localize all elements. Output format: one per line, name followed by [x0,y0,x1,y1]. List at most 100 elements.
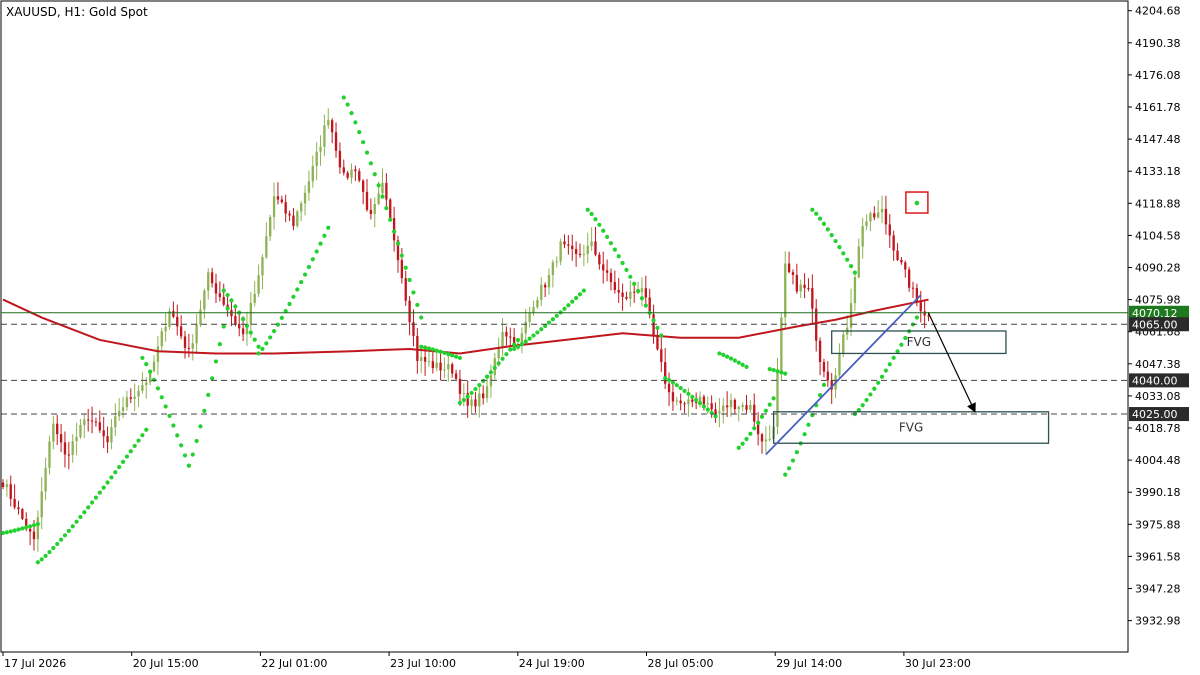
candle-body [683,403,686,405]
candle-body [75,436,78,442]
candle-body [114,416,117,428]
candle-body [780,317,783,373]
price-chart[interactable]: 3932.98 3947.28 3961.58 3975.88 3990.18 4004.… [0,0,1200,675]
candle-body [435,362,438,369]
sar-dot [299,279,304,285]
sar-dot [705,407,710,412]
sar-dot [322,233,327,238]
sar-dot [554,313,559,318]
sar-dot [210,376,215,381]
sar-dot [860,403,865,408]
candle-body [342,167,345,173]
sar-dot [93,495,99,500]
sar-dot [848,263,854,269]
sar-dot [775,369,780,374]
sar-dot [651,318,656,323]
candle-body [319,146,322,152]
sar-dot [895,349,900,354]
sar-dot [852,270,858,275]
candle-body [125,397,129,408]
sar-dot [74,519,79,524]
sar-dot [732,358,737,363]
sar-dot [140,433,145,438]
sar-dot [519,342,525,347]
sar-dot [411,290,416,295]
candle-body [373,203,376,215]
candle-body [482,393,485,399]
sar-dot [783,472,788,477]
candle-body [462,393,465,395]
candles [1,108,930,552]
sar-dot [345,102,350,107]
candle-body [470,399,473,406]
sar-dot [763,408,768,413]
candle-body [392,218,396,241]
sar-dot [469,390,474,396]
sar-dot [515,344,521,349]
candle-body [671,392,675,402]
sar-dot [194,438,199,444]
sar-dot [883,368,889,373]
sar-dot [771,396,776,401]
sar-dot [821,382,827,387]
candle-body [861,226,864,247]
candle-body [884,208,888,225]
candle-body [842,334,845,354]
sar-dot [817,216,823,221]
candle-body [478,393,481,407]
candle-body [214,283,218,294]
sar-dot [376,183,381,188]
candle-body [389,199,392,219]
candle-body [307,181,311,193]
sar-dot [457,355,463,361]
candle-body [191,343,194,349]
candle-body [667,383,671,393]
sar-dot [51,545,56,551]
sar-dot [43,553,48,558]
sar-dot [109,475,114,480]
candle-body [605,270,609,273]
sar-dot [756,420,761,425]
candle-body [292,215,295,227]
x-tick-label: 28 Jul 05:00 [648,657,714,670]
y-tick-label: 4204.68 [1135,5,1181,18]
sar-dot [748,431,753,436]
sar-dot [55,541,60,547]
sar-dot [39,557,44,562]
candle-body [826,371,829,381]
candle-body [485,386,489,399]
candle-body [416,335,419,361]
sar-dot [221,288,226,293]
sar-dot [461,397,466,403]
sar-dot [353,120,358,125]
sar-dot [419,315,424,320]
sar-dot [295,287,300,292]
sar-dot [643,303,648,308]
candle-body [838,353,841,376]
chart-title: XAUUSD, H1: Gold Spot [6,5,148,19]
sar-dot [148,369,153,374]
sar-dot [136,438,141,443]
sar-dot [113,470,118,475]
candle-body [257,275,260,294]
candle-body [183,336,187,348]
sar-dot [326,225,331,230]
sar-dot [845,257,850,262]
candle-body [784,263,787,318]
candle-body [59,434,63,443]
candle-body [764,439,768,442]
candle-body [67,454,70,456]
candle-body [284,202,287,214]
sar-dot [899,342,904,347]
y-tick-label: 4090.28 [1135,262,1181,275]
candle-body [691,399,694,402]
sar-dot [453,354,459,359]
sar-dot [821,221,827,226]
sar-dot [82,510,87,515]
sar-dot [256,351,261,356]
price-tag-label: 4065.00 [1132,318,1178,331]
sar-dot [635,288,641,294]
candle-body [706,403,709,405]
y-tick-label: 4190.38 [1135,37,1181,50]
sar-dot [124,454,130,459]
